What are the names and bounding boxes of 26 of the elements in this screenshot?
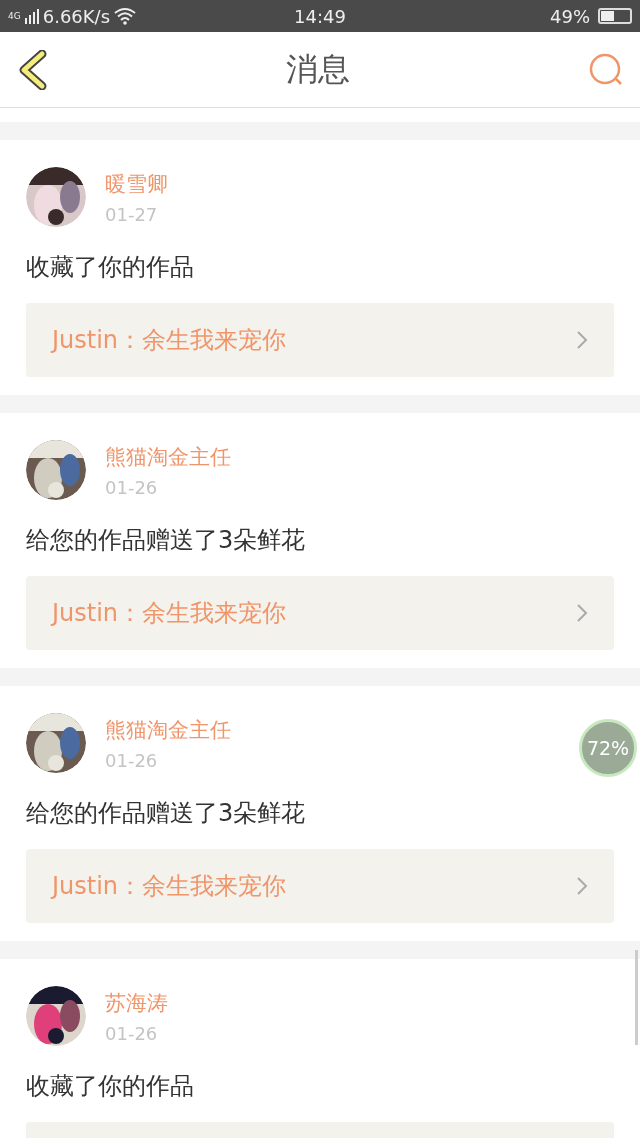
message-date: 01-27 (105, 203, 159, 225)
message-date: 01-26 (105, 749, 159, 771)
network-label: 4G (8, 11, 21, 21)
chevron-icon (576, 330, 588, 350)
message-date: 01-26 (105, 476, 159, 498)
message-text: 收藏了你的作品 (26, 1071, 195, 1102)
message-text: 给您的作品赠送了3朵鲜花 (26, 525, 307, 556)
signal-icon (24, 8, 39, 24)
wifi-icon (114, 7, 137, 25)
user-name[interactable]: 熊猫淘金主任 (105, 442, 231, 471)
battery-icon (598, 8, 632, 24)
chevron-icon (576, 603, 588, 623)
clock: 14:49 (294, 5, 346, 27)
message-text: 收藏了你的作品 (26, 252, 195, 283)
page-title: 消息 (286, 48, 350, 90)
work-link[interactable]: Justin：余生我来宠你 (26, 849, 614, 923)
user-name[interactable]: 熊猫淘金主任 (105, 715, 231, 744)
message-date: 01-26 (105, 1022, 159, 1044)
work-link[interactable]: Justin：余生我来宠你 (26, 303, 614, 377)
chevron-icon (576, 876, 588, 896)
message-text: 给您的作品赠送了3朵鲜花 (26, 798, 307, 829)
user-name[interactable]: 苏海涛 (105, 988, 168, 1017)
battery-percent: 49% (550, 5, 590, 27)
network-speed: 6.66K/s (42, 5, 111, 27)
work-link[interactable]: Justin：余生我来宠你 (26, 576, 614, 650)
user-name[interactable]: 暖雪卿 (105, 169, 168, 198)
